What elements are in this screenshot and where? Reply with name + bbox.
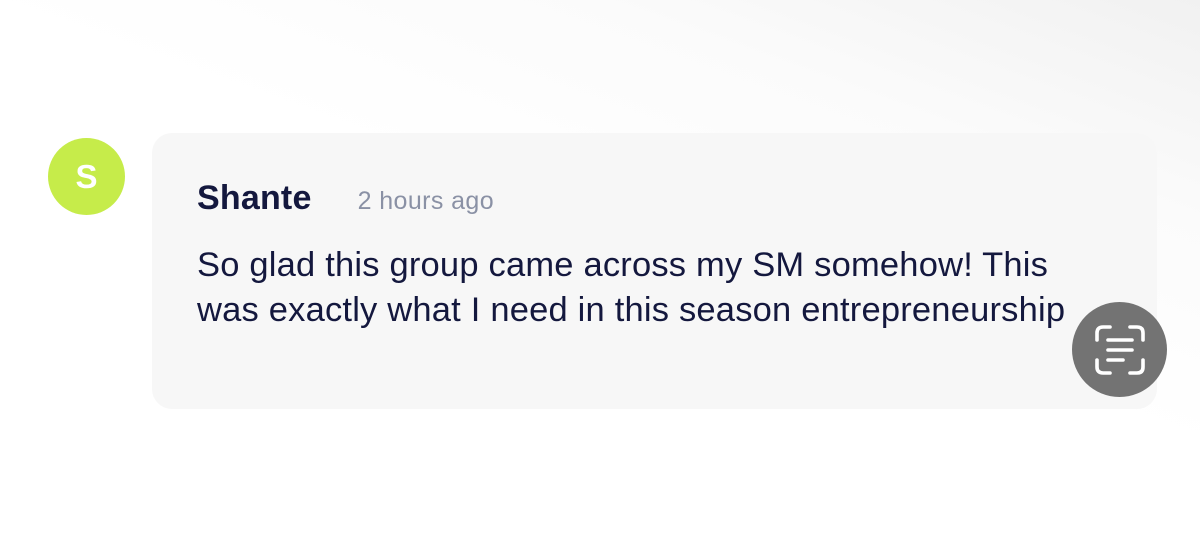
comment-header: Shante 2 hours ago bbox=[197, 179, 494, 218]
comment-message: So glad this group came across my SM som… bbox=[197, 246, 1066, 329]
avatar[interactable]: S bbox=[48, 138, 125, 215]
comment-timestamp: 2 hours ago bbox=[357, 187, 495, 215]
live-text-button[interactable] bbox=[1072, 302, 1167, 397]
avatar-initial: S bbox=[75, 158, 98, 195]
comment-bubble: Shante 2 hours ago So glad this group ca… bbox=[152, 133, 1157, 409]
author-name[interactable]: Shante bbox=[197, 179, 312, 218]
live-text-scan-icon bbox=[1094, 324, 1145, 375]
